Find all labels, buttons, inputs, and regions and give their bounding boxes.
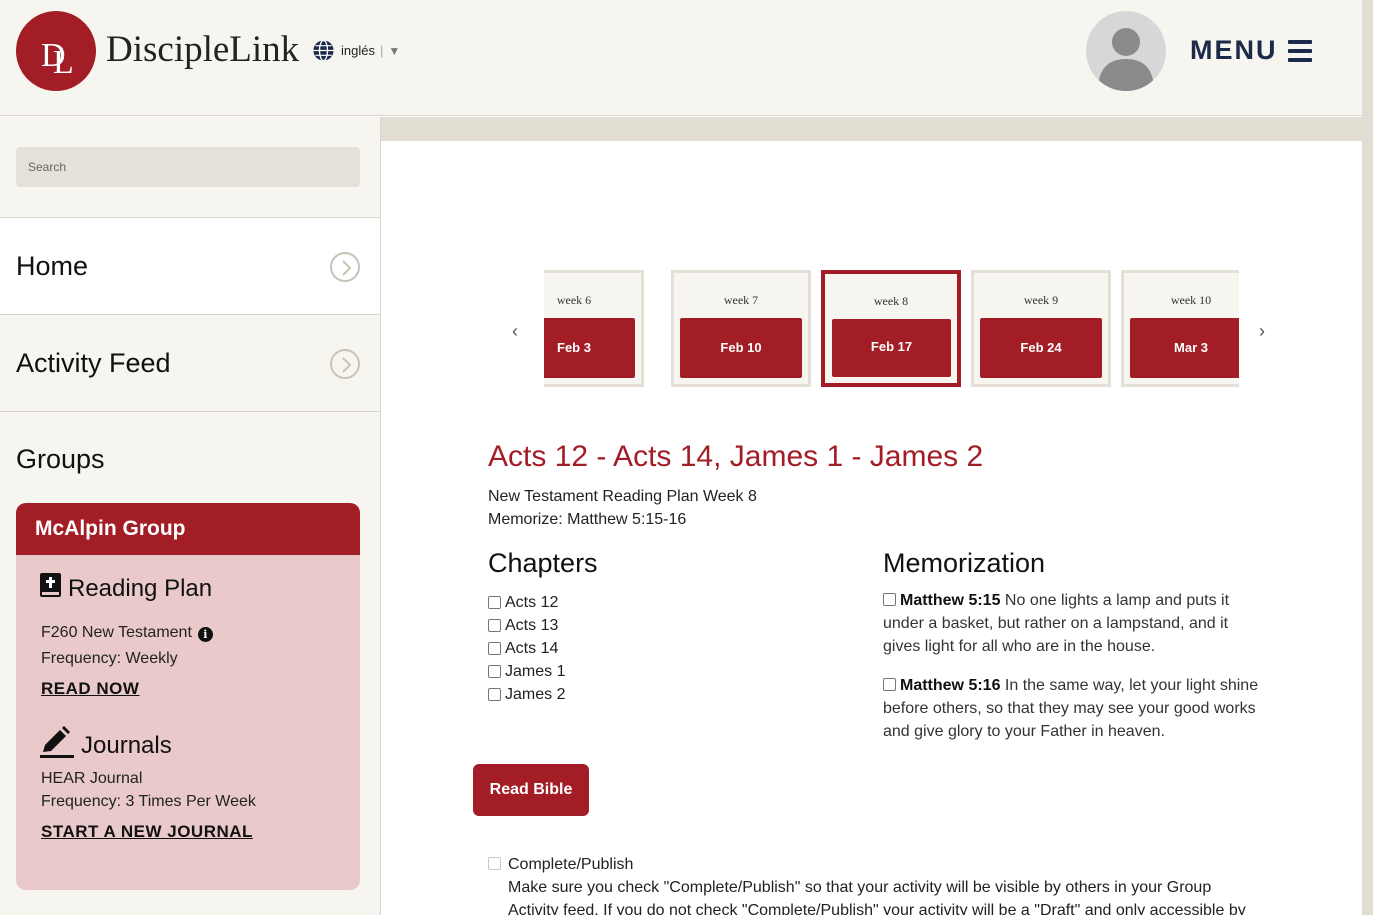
journal-name: HEAR Journal	[41, 770, 143, 787]
chevron-right-icon	[330, 349, 360, 379]
sidebar: Home Activity Feed Groups McAlpin Group …	[0, 117, 381, 915]
hamburger-icon	[1287, 39, 1312, 62]
caret-down-icon: ▼	[388, 43, 401, 58]
complete-publish-section: Complete/Publish Make sure you check "Co…	[488, 853, 1248, 915]
journals-heading: Journals	[40, 726, 172, 765]
chapter-item[interactable]: James 1	[488, 660, 565, 683]
complete-publish-checkbox[interactable]	[488, 857, 501, 870]
page-scrollbar[interactable]	[1362, 0, 1373, 915]
app-name[interactable]: DiscipleLink	[106, 28, 299, 71]
week-card[interactable]: week 7 Feb 10	[671, 270, 811, 387]
chapters-heading: Chapters	[488, 548, 598, 578]
group-name[interactable]: McAlpin Group	[16, 503, 360, 555]
week-card[interactable]: week 10 Mar 3	[1121, 270, 1239, 387]
reading-plan-title: Reading Plan	[68, 574, 213, 602]
checkbox[interactable]	[488, 688, 501, 701]
week-card-active[interactable]: week 8 Feb 17	[821, 270, 961, 387]
avatar[interactable]	[1086, 11, 1166, 91]
pencil-icon	[40, 726, 74, 765]
sidebar-item-label: Activity Feed	[16, 347, 171, 378]
checkbox[interactable]	[883, 678, 896, 691]
app-header: D L DiscipleLink inglés | ▼ MENU	[0, 0, 1362, 116]
language-selector[interactable]: inglés | ▼	[312, 39, 400, 62]
chapter-item[interactable]: Acts 12	[488, 591, 565, 614]
chapter-item[interactable]: Acts 14	[488, 637, 565, 660]
week-date: Feb 3	[544, 318, 635, 378]
week-label: week 7	[723, 293, 759, 307]
week-card[interactable]: week 6 Feb 3	[544, 270, 644, 387]
chapter-item[interactable]: James 2	[488, 683, 565, 706]
main-top-band	[381, 117, 1362, 141]
week-label: week 9	[1023, 293, 1059, 307]
complete-publish-label[interactable]: Complete/Publish	[508, 853, 1248, 876]
week-label: week 6	[556, 293, 592, 307]
chevron-left-icon[interactable]: ‹	[512, 321, 518, 342]
journal-frequency: Frequency: 3 Times Per Week	[41, 793, 256, 810]
complete-publish-note: Make sure you check "Complete/Publish" s…	[508, 879, 1246, 915]
sidebar-item-home[interactable]: Home	[0, 217, 380, 314]
language-separator: |	[379, 43, 384, 58]
checkbox[interactable]	[488, 619, 501, 632]
plan-week: New Testament Reading Plan Week 8	[488, 488, 757, 505]
memory-verse: Matthew 5:15 No one lights a lamp and pu…	[883, 589, 1261, 658]
menu-label: MENU	[1190, 35, 1278, 65]
chapter-item[interactable]: Acts 13	[488, 614, 565, 637]
week-card[interactable]: week 9 Feb 24	[971, 270, 1111, 387]
sidebar-item-activity-feed[interactable]: Activity Feed	[0, 314, 380, 411]
verse-ref: Matthew 5:15	[900, 592, 1001, 609]
language-label: inglés	[341, 43, 375, 58]
week-carousel: week 6 Feb 3 week 7 Feb 10 week 8 Feb 17…	[544, 269, 1239, 387]
svg-text:L: L	[53, 44, 74, 81]
week-label: week 10	[1170, 293, 1212, 307]
week-date: Mar 3	[1130, 318, 1239, 378]
read-now-link[interactable]: READ NOW	[41, 679, 139, 699]
passage-title: Acts 12 - Acts 14, James 1 - James 2	[488, 440, 984, 473]
start-journal-link[interactable]: START A NEW JOURNAL	[41, 822, 253, 842]
verse-ref: Matthew 5:16	[900, 677, 1001, 694]
chapter-list: Acts 12 Acts 13 Acts 14 James 1 James 2	[488, 591, 565, 706]
memorization-heading: Memorization	[883, 548, 1046, 578]
memory-verse: Matthew 5:16 In the same way, let your l…	[883, 674, 1261, 743]
journals-title: Journals	[81, 731, 172, 759]
globe-icon	[313, 39, 334, 62]
main-content: ‹ › week 6 Feb 3 week 7 Feb 10 week 8 Fe…	[381, 141, 1362, 915]
checkbox[interactable]	[488, 642, 501, 655]
read-bible-button[interactable]: Read Bible	[473, 764, 589, 816]
memorize-ref: Memorize: Matthew 5:15-16	[488, 511, 687, 528]
chevron-right-icon[interactable]: ›	[1259, 321, 1265, 342]
plan-frequency: Frequency: Weekly	[41, 650, 178, 667]
plan-name: F260 New Testament i	[41, 624, 213, 642]
week-date: Feb 10	[680, 318, 802, 378]
groups-heading: Groups	[0, 411, 380, 503]
week-label: week 8	[873, 294, 909, 308]
sidebar-item-label: Home	[16, 250, 89, 281]
week-date: Feb 24	[980, 318, 1102, 378]
group-card: McAlpin Group Reading Plan F260 New Test…	[16, 503, 360, 890]
week-date: Feb 17	[832, 319, 951, 377]
info-icon[interactable]: i	[197, 627, 213, 642]
reading-plan-heading: Reading Plan	[40, 573, 212, 604]
checkbox[interactable]	[488, 596, 501, 609]
search-input[interactable]	[16, 147, 360, 187]
bible-icon	[40, 573, 61, 604]
checkbox[interactable]	[488, 665, 501, 678]
chevron-right-icon	[330, 252, 360, 282]
checkbox[interactable]	[883, 593, 896, 606]
menu-button[interactable]: MENU	[1190, 35, 1312, 66]
logo-icon[interactable]: D L	[16, 11, 96, 91]
